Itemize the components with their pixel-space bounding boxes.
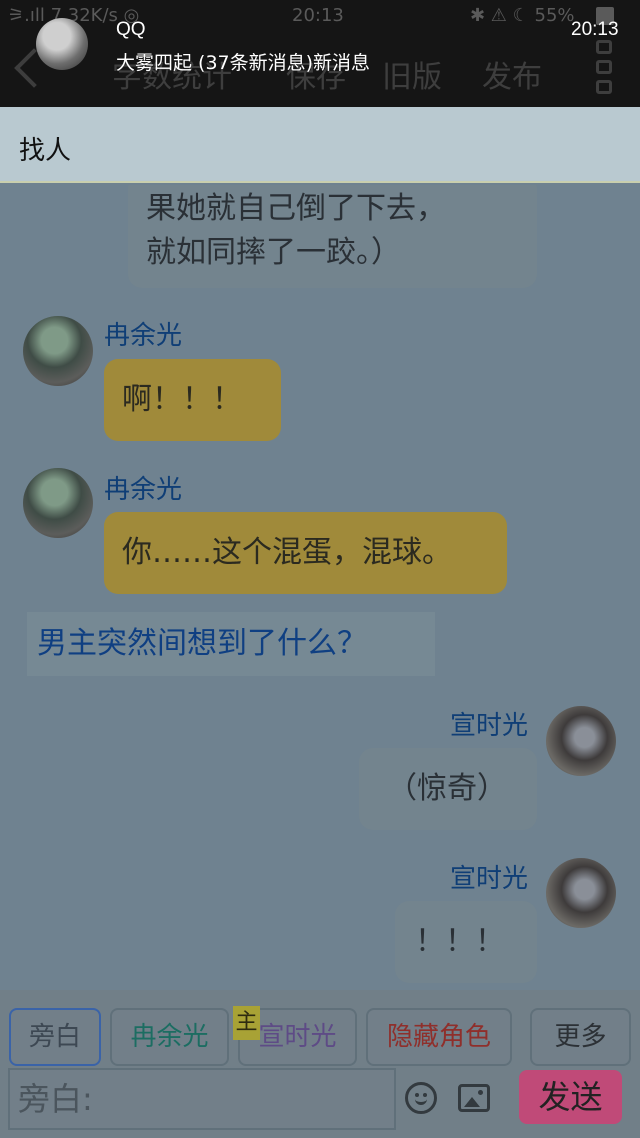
message-bubble: ！！！ (395, 901, 537, 983)
find-person-row[interactable]: 找人 (0, 107, 640, 183)
message-bubble: 啊！！！ (104, 359, 281, 441)
image-icon[interactable] (458, 1084, 490, 1112)
notification-time: 20:13 (571, 19, 619, 40)
message-bubble: （惊奇） (359, 748, 537, 830)
message-line: 就如同摔了一跤。） (146, 235, 401, 270)
old-version-button[interactable]: 旧版 (382, 52, 442, 96)
notification-app-name[interactable]: QQ (116, 19, 146, 41)
protagonist-badge: 主 (233, 1006, 260, 1040)
message-bubble: 你……这个混蛋，混球。 (104, 512, 507, 594)
role-button-hidden-role[interactable]: 隐藏角色 (366, 1008, 512, 1066)
notification-text[interactable]: 大雾四起 (37条新消息)新消息 (116, 48, 370, 75)
role-button-ran-yuguang[interactable]: 冉余光 (110, 1008, 229, 1066)
status-icons: ✱ ⚠ ☾ 55% (470, 5, 575, 26)
role-label: 更多 (554, 1022, 607, 1052)
find-person-label: 找人 (19, 136, 72, 166)
emoji-icon[interactable] (405, 1082, 437, 1114)
role-label: 旁白 (28, 1022, 81, 1052)
send-button[interactable]: 发送 (519, 1070, 622, 1124)
role-button-more[interactable]: 更多 (530, 1008, 631, 1066)
notification-avatar (36, 18, 88, 70)
more-menu-icon[interactable] (596, 40, 614, 100)
message-line: 果她就自己倒了下去， (146, 191, 446, 226)
avatar[interactable] (546, 858, 616, 928)
status-clock: 20:13 (292, 5, 344, 26)
message-input[interactable]: 旁白: (8, 1068, 396, 1130)
avatar[interactable] (546, 706, 616, 776)
message-bubble: 果她就自己倒了下去， 就如同摔了一跤。） (128, 185, 537, 288)
role-label: 宣时光 (258, 1022, 337, 1052)
sender-name: 宣时光 (450, 864, 529, 894)
role-button-narrator[interactable]: 旁白 (9, 1008, 101, 1066)
role-label: 冉余光 (130, 1022, 209, 1052)
sender-name: 冉余光 (104, 321, 183, 351)
publish-button[interactable]: 发布 (482, 52, 542, 96)
chat-area[interactable]: 果她就自己倒了下去， 就如同摔了一跤。） 冉余光 啊！！！ 冉余光 你……这个混… (0, 185, 640, 990)
avatar[interactable] (23, 316, 93, 386)
avatar[interactable] (23, 468, 93, 538)
status-bar: ⚞.ıll 7.32K/s ◎ 20:13 ✱ ⚠ ☾ 55% (0, 0, 640, 30)
sender-name: 宣时光 (450, 711, 529, 741)
narration-text: 男主突然间想到了什么？ (27, 612, 435, 676)
role-label: 隐藏角色 (386, 1022, 491, 1052)
sender-name: 冉余光 (104, 475, 183, 505)
